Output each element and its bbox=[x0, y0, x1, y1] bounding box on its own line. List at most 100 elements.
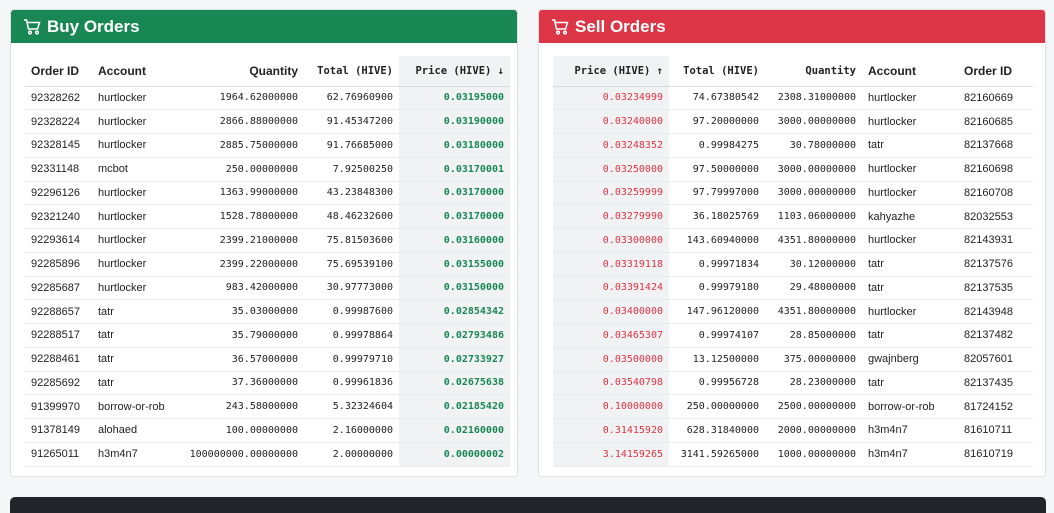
sell-orders-header: Sell Orders bbox=[539, 10, 1045, 43]
cell-order-id: 92321240 bbox=[25, 204, 92, 229]
cell-quantity: 1000.00000000 bbox=[765, 442, 862, 467]
cell-total: 0.99979710 bbox=[304, 347, 399, 372]
cell-account: hurtlocker bbox=[862, 157, 958, 182]
cell-order-id: 91378149 bbox=[25, 418, 92, 443]
sell-table-header-row: Price (HIVE) ↑ Total (HIVE) Quantity Acc… bbox=[553, 56, 1033, 87]
cell-account: tatr bbox=[92, 347, 182, 372]
cell-price: 0.03150000 bbox=[399, 276, 510, 301]
sell-orders-title: Sell Orders bbox=[575, 16, 666, 36]
cell-total: 74.67380542 bbox=[669, 86, 765, 111]
cell-account: tatr bbox=[92, 299, 182, 324]
table-row: 0.03500000 13.12500000 375.00000000 gwajnbe… bbox=[553, 347, 1033, 372]
cell-order-id: 82143931 bbox=[958, 228, 1033, 253]
col-header-total[interactable]: Total (HIVE) bbox=[304, 56, 399, 87]
table-row: 0.03248352 0.99984275 30.78000000 tatr 82137… bbox=[553, 133, 1033, 158]
cell-quantity: 2399.21000000 bbox=[182, 228, 304, 253]
cell-account: tatr bbox=[862, 133, 958, 158]
cell-total: 91.45347200 bbox=[304, 109, 399, 134]
cell-account: hurtlocker bbox=[92, 276, 182, 301]
cell-price: 0.02854342 bbox=[399, 299, 510, 324]
cell-price: 0.02675638 bbox=[399, 371, 510, 396]
cell-total: 43.23848300 bbox=[304, 181, 399, 206]
table-row: 92293614 hurtlocker 2399.21000000 75.815036… bbox=[25, 228, 510, 253]
cell-account: tatr bbox=[862, 323, 958, 348]
buy-orders-table: Order ID Account Quantity Total (HIVE) P… bbox=[25, 56, 510, 467]
cell-account: hurtlocker bbox=[92, 86, 182, 111]
cell-quantity: 3000.00000000 bbox=[765, 181, 862, 206]
table-row: 92296126 hurtlocker 1363.99000000 43.238483… bbox=[25, 181, 510, 206]
cell-price: 0.10000000 bbox=[553, 394, 669, 419]
col-header-account[interactable]: Account bbox=[862, 56, 958, 87]
cell-price: 0.03170000 bbox=[399, 181, 510, 206]
cell-quantity: 2308.31000000 bbox=[765, 86, 862, 111]
cell-total: 91.76685000 bbox=[304, 133, 399, 158]
table-row: 3.14159265 3141.59265000 1000.00000000 h3m4… bbox=[553, 442, 1033, 467]
cell-price: 0.03250000 bbox=[553, 157, 669, 182]
cell-quantity: 3000.00000000 bbox=[765, 109, 862, 134]
col-header-account[interactable]: Account bbox=[92, 56, 182, 87]
cell-account: tatr bbox=[862, 276, 958, 301]
col-header-price-sorted[interactable]: Price (HIVE) ↑ bbox=[553, 56, 669, 87]
cell-total: 2.00000000 bbox=[304, 442, 399, 467]
cell-price: 0.31415920 bbox=[553, 418, 669, 443]
cell-quantity: 2000.00000000 bbox=[765, 418, 862, 443]
table-row: 0.03391424 0.99979180 29.48000000 tatr 82137… bbox=[553, 276, 1033, 301]
cell-price: 0.03248352 bbox=[553, 133, 669, 158]
cell-order-id: 92288517 bbox=[25, 323, 92, 348]
buy-orders-title: Buy Orders bbox=[47, 16, 140, 36]
cell-order-id: 81610711 bbox=[958, 418, 1033, 443]
cell-total: 48.46232600 bbox=[304, 204, 399, 229]
col-header-order-id[interactable]: Order ID bbox=[25, 56, 92, 87]
cell-order-id: 92328262 bbox=[25, 86, 92, 111]
cell-quantity: 37.36000000 bbox=[182, 371, 304, 396]
cell-quantity: 35.79000000 bbox=[182, 323, 304, 348]
table-row: 91399970 borrow-or-rob 243.58000000 5.32324… bbox=[25, 394, 510, 419]
cell-account: hurtlocker bbox=[92, 109, 182, 134]
cell-order-id: 82160685 bbox=[958, 109, 1033, 134]
table-row: 92328145 hurtlocker 2885.75000000 91.766850… bbox=[25, 133, 510, 158]
col-header-price-sorted[interactable]: Price (HIVE) ↓ bbox=[399, 56, 510, 87]
cell-quantity: 3000.00000000 bbox=[765, 157, 862, 182]
cell-account: h3m4n7 bbox=[862, 418, 958, 443]
cell-price: 0.03391424 bbox=[553, 276, 669, 301]
cell-price: 0.03465307 bbox=[553, 323, 669, 348]
cell-account: hurtlocker bbox=[92, 181, 182, 206]
cell-order-id: 82057601 bbox=[958, 347, 1033, 372]
cell-total: 147.96120000 bbox=[669, 299, 765, 324]
table-row: 0.03540798 0.99956728 28.23000000 tatr 82137… bbox=[553, 371, 1033, 396]
table-row: 0.03400000 147.96120000 4351.80000000 hurtl… bbox=[553, 299, 1033, 324]
cell-total: 0.99974107 bbox=[669, 323, 765, 348]
cell-quantity: 243.58000000 bbox=[182, 394, 304, 419]
cell-account: borrow-or-rob bbox=[92, 394, 182, 419]
cell-total: 0.99978864 bbox=[304, 323, 399, 348]
col-header-quantity[interactable]: Quantity bbox=[182, 56, 304, 87]
cell-price: 0.03240000 bbox=[553, 109, 669, 134]
col-header-total[interactable]: Total (HIVE) bbox=[669, 56, 765, 87]
table-row: 0.03279990 36.18025769 1103.06000000 kahyaz… bbox=[553, 204, 1033, 229]
col-header-quantity[interactable]: Quantity bbox=[765, 56, 862, 87]
table-row: 0.03259999 97.79997000 3000.00000000 hurtlo… bbox=[553, 181, 1033, 206]
cell-account: hurtlocker bbox=[862, 299, 958, 324]
cell-price: 0.03300000 bbox=[553, 228, 669, 253]
cell-order-id: 91265011 bbox=[25, 442, 92, 467]
cell-price: 0.03540798 bbox=[553, 371, 669, 396]
col-header-order-id[interactable]: Order ID bbox=[958, 56, 1033, 87]
cell-quantity: 4351.80000000 bbox=[765, 299, 862, 324]
cell-quantity: 2885.75000000 bbox=[182, 133, 304, 158]
cell-account: borrow-or-rob bbox=[862, 394, 958, 419]
table-row: 91265011 h3m4n7 100000000.00000000 2.000000… bbox=[25, 442, 510, 467]
cell-quantity: 1363.99000000 bbox=[182, 181, 304, 206]
cell-quantity: 30.78000000 bbox=[765, 133, 862, 158]
cell-price: 0.02793486 bbox=[399, 323, 510, 348]
cell-quantity: 35.03000000 bbox=[182, 299, 304, 324]
table-row: 0.03250000 97.50000000 3000.00000000 hurtlo… bbox=[553, 157, 1033, 182]
cell-account: mcbot bbox=[92, 157, 182, 182]
table-row: 0.03300000 143.60940000 4351.80000000 hurtl… bbox=[553, 228, 1033, 253]
cell-order-id: 92328224 bbox=[25, 109, 92, 134]
cell-price: 0.03170001 bbox=[399, 157, 510, 182]
table-row: 92285896 hurtlocker 2399.22000000 75.695391… bbox=[25, 252, 510, 277]
cell-total: 250.00000000 bbox=[669, 394, 765, 419]
cell-order-id: 91399970 bbox=[25, 394, 92, 419]
cell-total: 0.99987600 bbox=[304, 299, 399, 324]
cell-price: 0.00000002 bbox=[399, 442, 510, 467]
